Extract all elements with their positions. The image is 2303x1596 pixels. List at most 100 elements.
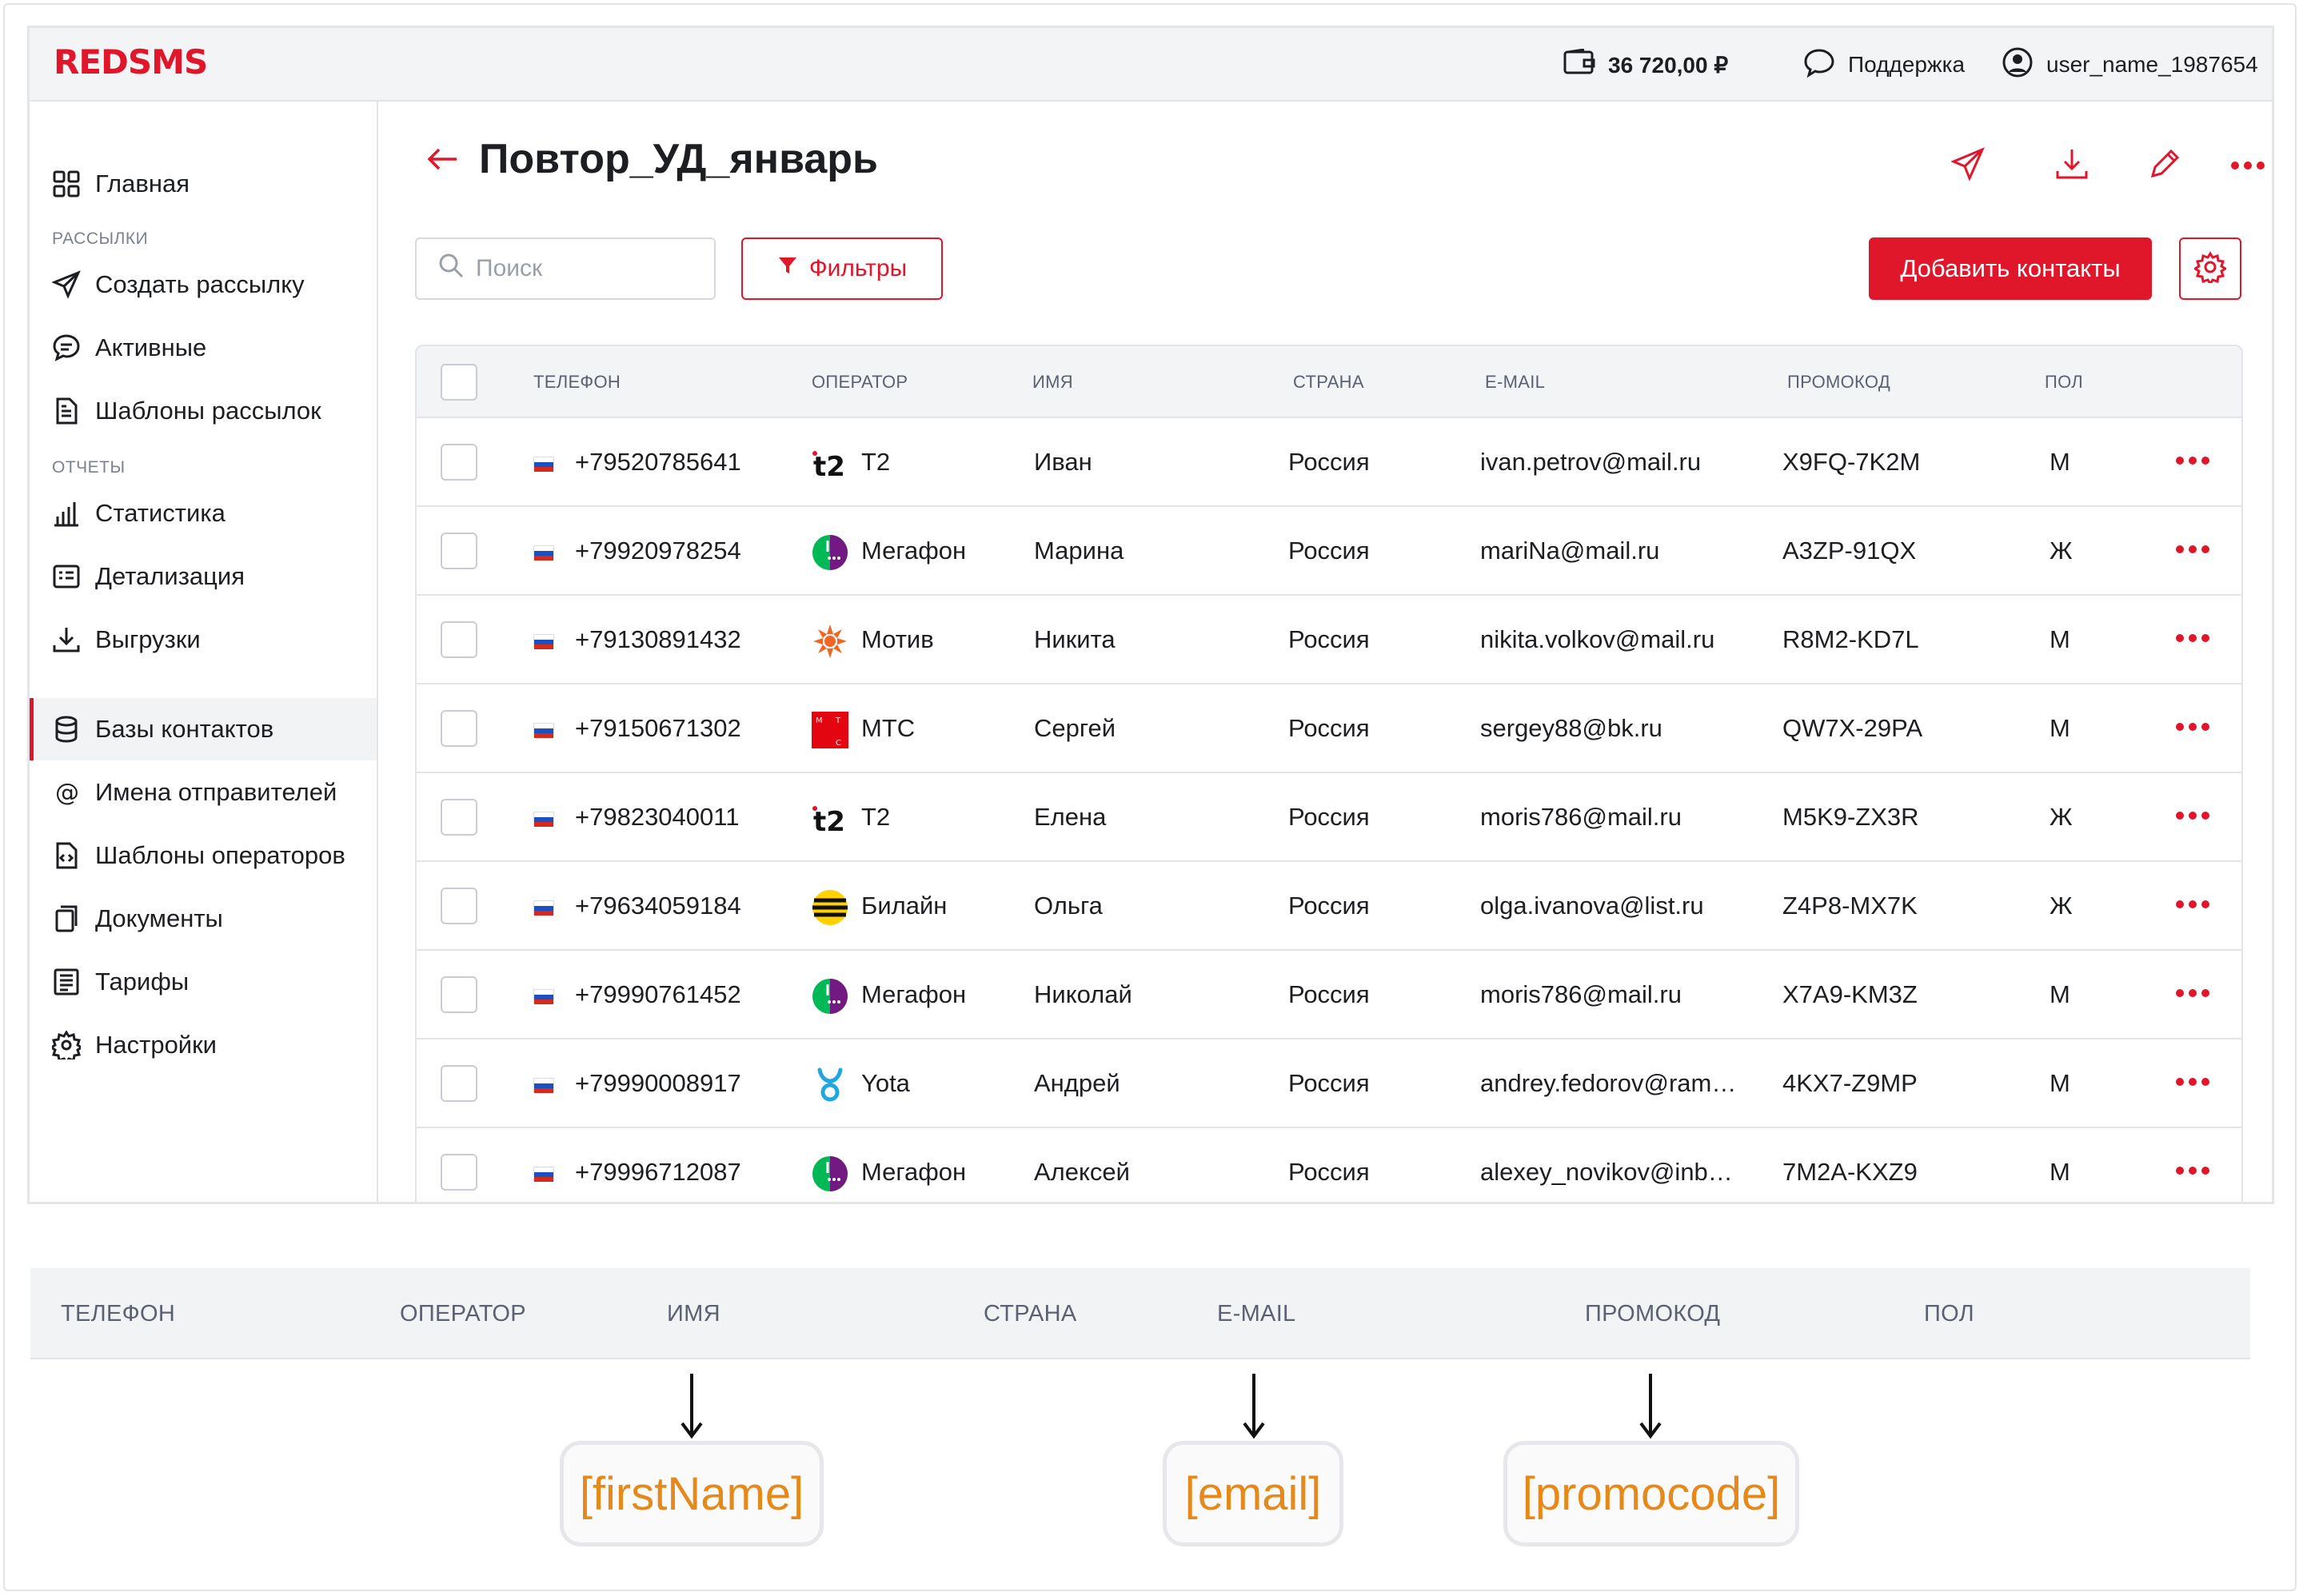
more-button[interactable]: [2230, 148, 2265, 183]
beeline-logo: [812, 889, 848, 926]
avatar: [2002, 46, 2034, 84]
sidebar-item-exports[interactable]: Выгрузки: [30, 608, 377, 671]
wallet-icon: [1563, 48, 1595, 82]
table-row[interactable]: +79823040011 t2 T2 Елена Россия moris786@mail…: [417, 773, 2241, 862]
table-row[interactable]: +79520785641 t2 T2 Иван Россия ivan.petrov@ma…: [417, 418, 2241, 507]
sidebar-item-stats[interactable]: Статистика: [30, 482, 377, 545]
cell-gender: М: [2050, 1069, 2070, 1097]
column-header-email[interactable]: E-MAIL: [1485, 346, 1545, 418]
column-header-country[interactable]: СТРАНА: [1293, 346, 1364, 418]
logo[interactable]: REDSMS: [54, 42, 208, 82]
cell-promo: Z4P8-MX7K: [1782, 892, 1918, 920]
row-more-icon[interactable]: [2176, 1167, 2209, 1175]
back-button[interactable]: [425, 142, 460, 181]
filters-button[interactable]: Фильтры: [741, 237, 943, 300]
cell-phone: +79634059184: [575, 892, 741, 920]
sidebar-item-documents[interactable]: Документы: [30, 888, 377, 950]
table-row[interactable]: +79130891432 Мотив Никита Россия nikita.volk…: [417, 596, 2241, 684]
cell-gender: М: [2050, 1158, 2070, 1186]
cell-phone: +79996712087: [575, 1158, 741, 1186]
send-button[interactable]: [1950, 146, 1986, 183]
column-header-phone[interactable]: ТЕЛЕФОН: [533, 346, 621, 418]
row-checkbox[interactable]: [441, 533, 477, 569]
sidebar-item-contacts[interactable]: Базы контактов: [30, 698, 377, 760]
list-icon: [50, 561, 82, 593]
sidebar-item-senders[interactable]: @ Имена отправителей: [30, 761, 377, 824]
row-more-icon[interactable]: [2176, 457, 2209, 465]
row-more-icon[interactable]: [2176, 545, 2209, 553]
support-link[interactable]: Поддержка: [1803, 28, 1965, 102]
balance[interactable]: 36 720,00 ₽: [1563, 28, 1728, 102]
contacts-table: ТЕЛЕФОН ОПЕРАТОР ИМЯ СТРАНА E-MAIL ПРОМО…: [415, 345, 2243, 1202]
sidebar-item-settings[interactable]: Настройки: [30, 1014, 377, 1076]
row-more-icon[interactable]: [2176, 812, 2209, 820]
placeholder-email: [email]: [1163, 1441, 1343, 1546]
svg-text:М: М: [816, 716, 823, 725]
column-header-promo[interactable]: ПРОМОКОД: [1787, 346, 1890, 418]
cell-country: Россия: [1288, 537, 1370, 565]
sidebar-item-templates[interactable]: Шаблоны рассылок: [30, 380, 377, 442]
chat-icon: [1803, 47, 1835, 83]
cell-country: Россия: [1288, 1158, 1370, 1186]
sidebar-item-tariffs[interactable]: Тарифы: [30, 951, 377, 1013]
sidebar-item-label: Настройки: [95, 1031, 218, 1059]
document-icon: [50, 395, 82, 427]
row-checkbox[interactable]: [441, 621, 477, 658]
cell-email: moris786@mail.ru: [1480, 803, 1682, 831]
cell-email: mariNa@mail.ru: [1480, 537, 1660, 565]
table-row[interactable]: +79990008917 Yota Андрей Россия andrey.fedor…: [417, 1039, 2241, 1128]
row-checkbox[interactable]: [441, 444, 477, 481]
row-checkbox[interactable]: [441, 976, 477, 1013]
mapping-header: ТЕЛЕФОН ОПЕРАТОР ИМЯ СТРАНА E-MAIL ПРОМО…: [30, 1268, 2250, 1359]
sidebar-item-op-templates[interactable]: Шаблоны операторов: [30, 824, 377, 887]
cell-operator: МТС: [861, 714, 916, 742]
cell-email: moris786@mail.ru: [1480, 980, 1682, 1008]
edit-button[interactable]: [2147, 148, 2182, 183]
table-row[interactable]: +79150671302 М Т С МТС Сергей Россия sergey88@b…: [417, 684, 2241, 773]
column-header-gender[interactable]: ПОЛ: [2045, 346, 2083, 418]
row-more-icon[interactable]: [2176, 634, 2209, 642]
download-icon: [2055, 147, 2089, 185]
cell-gender: Ж: [2050, 892, 2073, 920]
sidebar-item-create[interactable]: Создать рассылку: [30, 253, 377, 316]
mapping-col-email: E-MAIL: [1217, 1301, 1296, 1327]
sidebar-item-active[interactable]: Активные: [30, 317, 377, 379]
table-row[interactable]: +79996712087 Мегафон Алексей Россия alexey_n…: [417, 1128, 2241, 1202]
row-more-icon[interactable]: [2176, 1078, 2209, 1086]
row-more-icon[interactable]: [2176, 900, 2209, 908]
search-input[interactable]: Поиск: [415, 237, 716, 300]
row-checkbox[interactable]: [441, 799, 477, 836]
row-more-icon[interactable]: [2176, 723, 2209, 731]
column-header-name[interactable]: ИМЯ: [1032, 346, 1073, 418]
search-placeholder: Поиск: [476, 255, 543, 281]
sidebar-item-label: Шаблоны операторов: [95, 841, 345, 869]
sidebar-item-home[interactable]: Главная: [30, 153, 377, 215]
table-row[interactable]: +79634059184 Билайн Ольга Россия olga.ivanov…: [417, 862, 2241, 951]
row-checkbox[interactable]: [441, 1065, 477, 1102]
at-icon: @: [50, 776, 82, 808]
row-more-icon[interactable]: [2176, 989, 2209, 997]
add-contacts-button[interactable]: Добавить контакты: [1869, 237, 2152, 300]
cell-name: Елена: [1034, 803, 1107, 831]
cell-operator: Мегафон: [861, 1158, 967, 1186]
table-row[interactable]: +79920978254 Мегафон Марина Россия mariNa@ma…: [417, 507, 2241, 596]
arrow-down-icon: [1243, 1374, 1265, 1439]
download-button[interactable]: [2054, 148, 2089, 183]
chat-icon: [50, 332, 82, 364]
cell-operator: Билайн: [861, 892, 948, 920]
table-row[interactable]: +79990761452 Мегафон Николай Россия moris786…: [417, 951, 2241, 1039]
svg-text:t2: t2: [813, 806, 845, 837]
megafon-logo: [812, 1155, 848, 1192]
table-settings-button[interactable]: [2179, 237, 2241, 300]
column-header-operator[interactable]: ОПЕРАТОР: [812, 346, 908, 418]
cell-operator: T2: [861, 448, 891, 476]
row-checkbox[interactable]: [441, 710, 477, 747]
row-checkbox[interactable]: [441, 1154, 477, 1191]
select-all-checkbox[interactable]: [441, 364, 477, 401]
user-menu[interactable]: user_name_1987654: [2002, 28, 2258, 102]
russia-flag-icon: [533, 1167, 554, 1182]
code-file-icon: [50, 840, 82, 872]
cell-gender: М: [2050, 448, 2070, 476]
sidebar-item-details[interactable]: Детализация: [30, 545, 377, 608]
row-checkbox[interactable]: [441, 888, 477, 924]
